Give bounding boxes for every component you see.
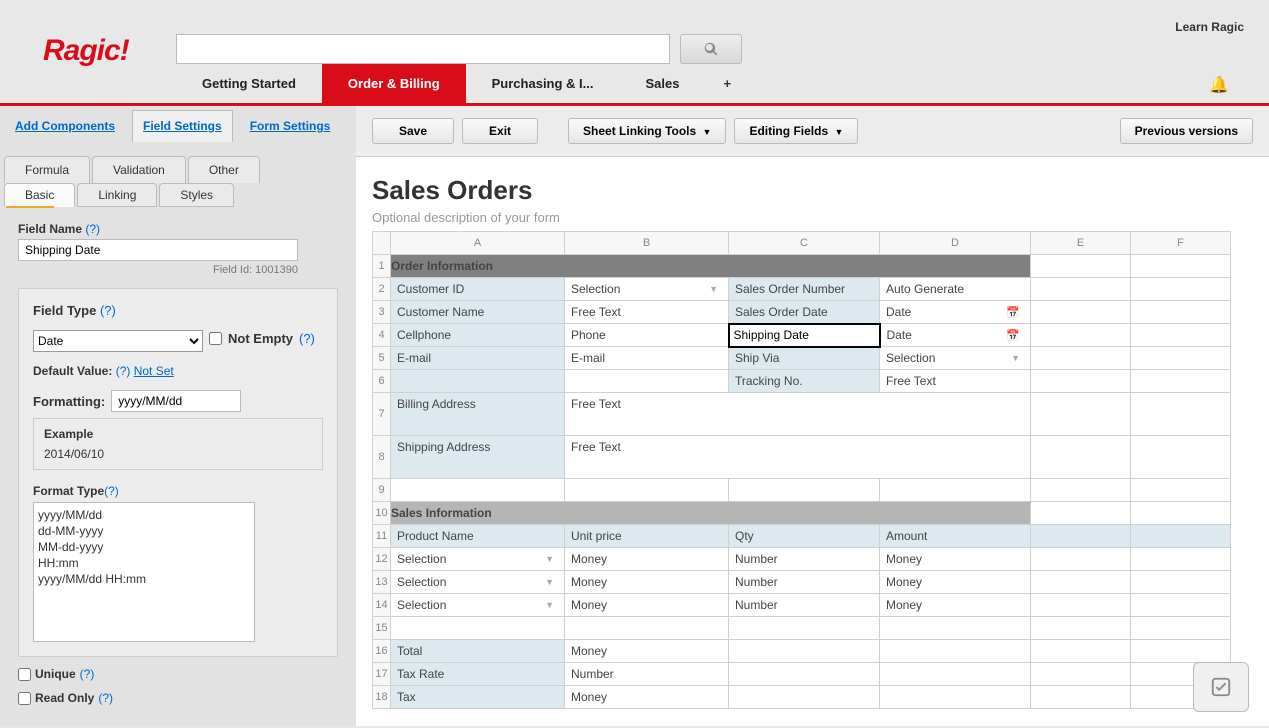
apply-button[interactable]: [1193, 662, 1249, 712]
help-icon[interactable]: (?): [299, 331, 315, 346]
default-notset-link[interactable]: Not Set: [134, 364, 174, 378]
sidetab-styles[interactable]: Styles: [159, 183, 234, 207]
help-icon[interactable]: (?): [116, 364, 131, 378]
readonly-checkbox[interactable]: [18, 692, 31, 705]
help-icon[interactable]: (?): [80, 667, 95, 681]
tab-purchasing[interactable]: Purchasing & I...: [466, 64, 620, 103]
search-input[interactable]: [176, 34, 670, 64]
help-icon[interactable]: (?): [85, 222, 100, 236]
format-type-list[interactable]: yyyy/MM/dd dd-MM-yyyy MM-dd-yyyy HH:mm y…: [33, 502, 255, 642]
sidetab-linking[interactable]: Linking: [77, 183, 157, 207]
example-label: Example: [44, 427, 312, 441]
readonly-label: Read Only: [35, 691, 94, 705]
save-button[interactable]: Save: [372, 118, 454, 144]
unique-label: Unique: [35, 667, 76, 681]
previous-versions-button[interactable]: Previous versions: [1120, 118, 1253, 144]
exit-button[interactable]: Exit: [462, 118, 538, 144]
field-type-label: Field Type: [33, 303, 96, 318]
help-icon[interactable]: (?): [100, 303, 116, 318]
main-tabs: Getting Started Order & Billing Purchasi…: [176, 64, 749, 103]
calendar-icon: 📅: [1006, 329, 1024, 342]
sidetab-formula[interactable]: Formula: [4, 156, 90, 183]
form-description[interactable]: Optional description of your form: [372, 210, 1269, 225]
tab-getting-started[interactable]: Getting Started: [176, 64, 322, 103]
tab-order-billing[interactable]: Order & Billing: [322, 64, 466, 103]
editing-cell[interactable]: [729, 324, 880, 347]
unique-checkbox[interactable]: [18, 668, 31, 681]
sheet-linking-button[interactable]: Sheet Linking Tools ▼: [568, 118, 726, 144]
formatting-input[interactable]: [111, 390, 241, 412]
field-id-label: Field Id: 1001390: [18, 264, 298, 276]
format-type-label: Format Type: [33, 484, 104, 498]
sidetab-validation[interactable]: Validation: [92, 156, 186, 183]
sidetab-add-components[interactable]: Add Components: [4, 110, 126, 142]
help-icon[interactable]: (?): [104, 484, 119, 498]
field-name-label: Field Name: [18, 222, 82, 236]
design-grid[interactable]: ABCDEF 1Order Information 2Customer IDSe…: [372, 231, 1231, 709]
add-tab-button[interactable]: +: [705, 64, 749, 103]
help-icon[interactable]: (?): [98, 691, 113, 705]
field-name-input[interactable]: [18, 239, 298, 261]
section-order-info[interactable]: Order Information: [391, 255, 1031, 278]
shipping-date-cell-input[interactable]: [730, 326, 879, 344]
logo: Ragic!: [43, 34, 129, 68]
editing-fields-button[interactable]: Editing Fields ▼: [734, 118, 858, 144]
search-button[interactable]: [680, 34, 742, 64]
notifications-icon[interactable]: 🔔: [1209, 75, 1229, 95]
example-value: 2014/06/10: [44, 447, 312, 461]
form-title[interactable]: Sales Orders: [372, 175, 1269, 206]
formatting-label: Formatting:: [33, 394, 105, 409]
sidetab-basic[interactable]: Basic: [4, 183, 75, 207]
calendar-icon: 📅: [1006, 306, 1024, 319]
not-empty-label: Not Empty: [228, 331, 293, 346]
sidetab-other[interactable]: Other: [188, 156, 260, 183]
default-value-label: Default Value:: [33, 364, 112, 378]
tab-sales[interactable]: Sales: [620, 64, 706, 103]
field-type-select[interactable]: Date: [33, 330, 203, 352]
sidetab-form-settings[interactable]: Form Settings: [239, 110, 342, 142]
sidetab-field-settings[interactable]: Field Settings: [132, 110, 233, 142]
not-empty-checkbox[interactable]: [209, 332, 222, 345]
search-icon: [704, 42, 718, 56]
learn-ragic-link[interactable]: Learn Ragic: [1175, 20, 1244, 34]
section-sales-info[interactable]: Sales Information: [391, 502, 1031, 525]
